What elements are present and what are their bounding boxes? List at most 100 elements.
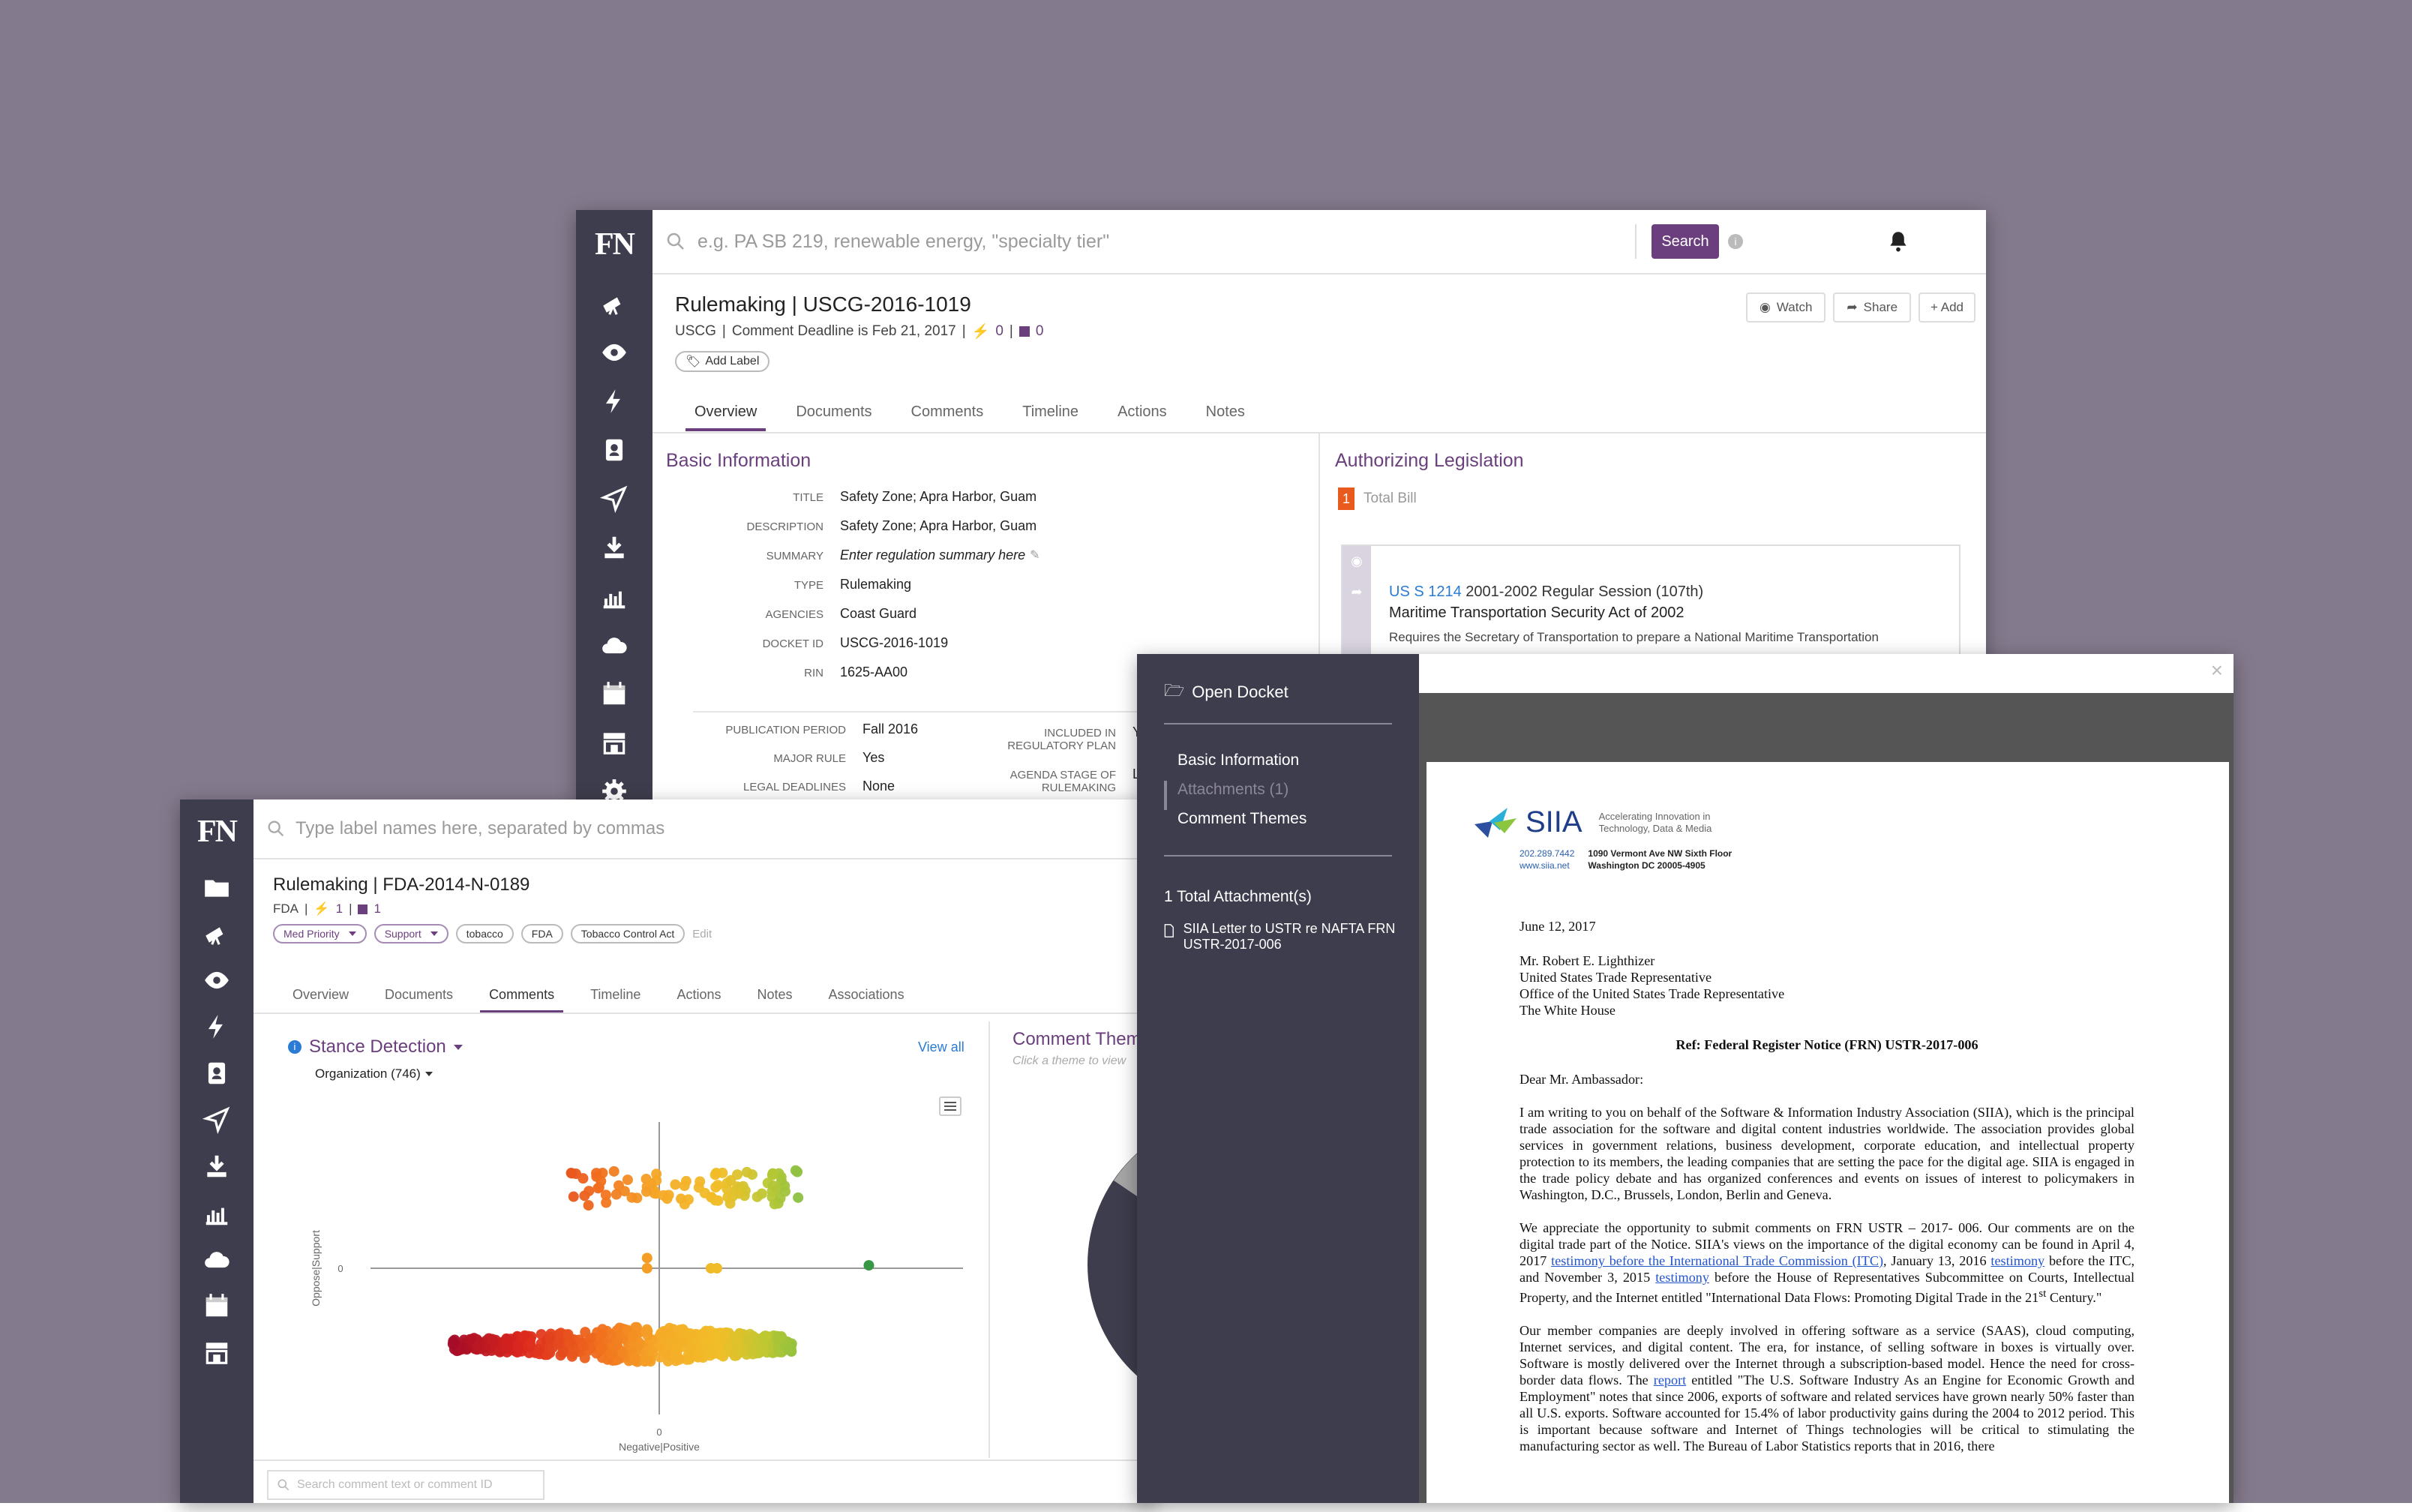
- fn-logo[interactable]: FN: [595, 210, 635, 279]
- data-point: [568, 1191, 579, 1202]
- organization-dropdown[interactable]: Organization (746): [315, 1066, 433, 1082]
- data-point: [671, 1346, 682, 1357]
- data-point: [725, 1174, 736, 1186]
- data-point: [658, 1190, 669, 1201]
- tab-timeline[interactable]: Timeline: [590, 987, 640, 1003]
- store-icon[interactable]: [600, 718, 628, 766]
- tab-actions[interactable]: Actions: [1118, 404, 1167, 421]
- contacts-icon[interactable]: [600, 425, 628, 474]
- total-attachments: 1 Total Attachment(s): [1164, 888, 1312, 905]
- tab-comments[interactable]: Comments: [911, 404, 984, 421]
- field-value[interactable]: Enter regulation summary here: [840, 548, 1025, 563]
- bell-icon[interactable]: [1886, 229, 1911, 254]
- tab-actions[interactable]: Actions: [676, 987, 721, 1003]
- field-label: PUBLICATION PERIOD: [725, 724, 846, 736]
- docket-nav-item[interactable]: Basic Information: [1164, 752, 1306, 781]
- tab-comments[interactable]: Comments: [480, 987, 564, 1013]
- stance-detection-title[interactable]: Stance Detection: [309, 1036, 446, 1058]
- chevron-down-icon[interactable]: [453, 1044, 463, 1050]
- bill-card[interactable]: ◉ ➦ US S 1214 2001-2002 Regular Session …: [1341, 544, 1960, 664]
- field-value: None: [862, 778, 896, 794]
- siia-logo-mark: [1474, 807, 1516, 838]
- info-icon[interactable]: i: [1728, 234, 1743, 249]
- docket-nav-item[interactable]: Comment Themes: [1164, 810, 1306, 839]
- data-point: [670, 1355, 682, 1366]
- info-icon[interactable]: i: [288, 1040, 302, 1054]
- data-point: [775, 1192, 786, 1204]
- add-label-text: Add Label: [705, 355, 760, 368]
- letter-salutation: Dear Mr. Ambassador:: [1520, 1072, 1644, 1087]
- search-bar: e.g. PA SB 219, renewable energy, "speci…: [652, 210, 1986, 274]
- eye-icon[interactable]: ◉: [1342, 554, 1371, 569]
- testimony-link-2015[interactable]: testimony: [1655, 1270, 1709, 1285]
- tab-bar: Overview Documents Comments Timeline Actions…: [292, 987, 904, 1013]
- add-label-button[interactable]: 🏷 Add Label: [675, 351, 770, 372]
- eye-icon[interactable]: [600, 328, 628, 376]
- tab-notes[interactable]: Notes: [757, 987, 792, 1003]
- share-icon[interactable]: ➦: [1342, 584, 1371, 600]
- tab-documents[interactable]: Documents: [796, 404, 872, 421]
- label-text: Support: [384, 928, 422, 940]
- open-docket-link[interactable]: 🗁 Open Docket: [1164, 678, 1288, 706]
- send-icon[interactable]: [600, 474, 628, 523]
- data-point: [766, 1169, 778, 1180]
- bolt-icon[interactable]: [600, 376, 628, 425]
- data-point: [641, 1263, 652, 1274]
- testimony-link-2016[interactable]: testimony: [1990, 1253, 2044, 1268]
- eye-icon[interactable]: [202, 957, 231, 1004]
- data-point: [730, 1185, 742, 1196]
- comment-search-input[interactable]: Search comment text or comment ID: [267, 1470, 544, 1500]
- field-row: TYPE Rulemaking: [674, 577, 1124, 606]
- folder-icon[interactable]: [202, 864, 231, 910]
- label-chip[interactable]: tobacco: [455, 924, 514, 944]
- cloud-icon[interactable]: [202, 1236, 231, 1282]
- send-icon[interactable]: [202, 1096, 231, 1143]
- label-input[interactable]: Type label names here, separated by comm…: [296, 818, 1120, 839]
- data-point: [622, 1174, 633, 1186]
- add-button[interactable]: + Add: [1918, 292, 1976, 322]
- tab-notes[interactable]: Notes: [1206, 404, 1245, 421]
- tab-documents[interactable]: Documents: [385, 987, 453, 1003]
- bill-link[interactable]: US S 1214: [1389, 584, 1462, 600]
- store-icon[interactable]: [202, 1329, 231, 1376]
- gear-icon[interactable]: [600, 766, 628, 802]
- label-chip[interactable]: FDA: [520, 924, 563, 944]
- search-input[interactable]: e.g. PA SB 219, renewable energy, "speci…: [698, 231, 1635, 253]
- close-icon[interactable]: ×: [2211, 658, 2223, 682]
- label-chip[interactable]: Tobacco Control Act: [570, 924, 686, 944]
- label-chip[interactable]: Med Priority: [273, 924, 367, 944]
- view-all-link[interactable]: View all: [918, 1040, 964, 1055]
- docket-nav-item[interactable]: Attachments (1): [1164, 781, 1306, 810]
- download-icon[interactable]: [600, 523, 628, 572]
- attachment-item[interactable]: SIIA Letter to USTR re NAFTA FRN USTR-20…: [1164, 921, 1396, 952]
- bar-chart-icon[interactable]: [600, 572, 628, 620]
- bolt-icon[interactable]: [202, 1004, 231, 1050]
- report-link[interactable]: report: [1654, 1372, 1686, 1388]
- telescope-icon[interactable]: [600, 279, 628, 328]
- edit-labels-link[interactable]: Edit: [692, 928, 712, 940]
- contacts-icon[interactable]: [202, 1050, 231, 1096]
- telescope-icon[interactable]: [202, 910, 231, 957]
- data-point: [775, 1333, 786, 1344]
- search-button[interactable]: Search: [1652, 224, 1719, 259]
- tab-timeline[interactable]: Timeline: [1022, 404, 1078, 421]
- calendar-icon[interactable]: [202, 1282, 231, 1329]
- cloud-icon[interactable]: [600, 620, 628, 669]
- data-point: [711, 1263, 722, 1274]
- share-button[interactable]: ➦ Share: [1833, 292, 1912, 322]
- field-label: MAJOR RULE: [773, 752, 846, 765]
- itc-testimony-link[interactable]: testimony before the International Trade…: [1551, 1253, 1883, 1268]
- field-row: RIN 1625-AA00: [674, 664, 1124, 694]
- watch-button[interactable]: ◉ Watch: [1746, 292, 1826, 322]
- bar-chart-icon[interactable]: [202, 1190, 231, 1236]
- label-chip[interactable]: Support: [374, 924, 448, 944]
- fn-logo[interactable]: FN: [197, 800, 238, 864]
- tab-overview[interactable]: Overview: [685, 404, 766, 431]
- tab-overview[interactable]: Overview: [292, 987, 349, 1003]
- calendar-icon[interactable]: [600, 669, 628, 718]
- tab-associations[interactable]: Associations: [829, 987, 904, 1003]
- download-icon[interactable]: [202, 1143, 231, 1190]
- pencil-icon[interactable]: ✎: [1030, 548, 1040, 562]
- letter-date: June 12, 2017: [1520, 919, 1596, 934]
- basic-information-title: Basic Information: [666, 450, 812, 471]
